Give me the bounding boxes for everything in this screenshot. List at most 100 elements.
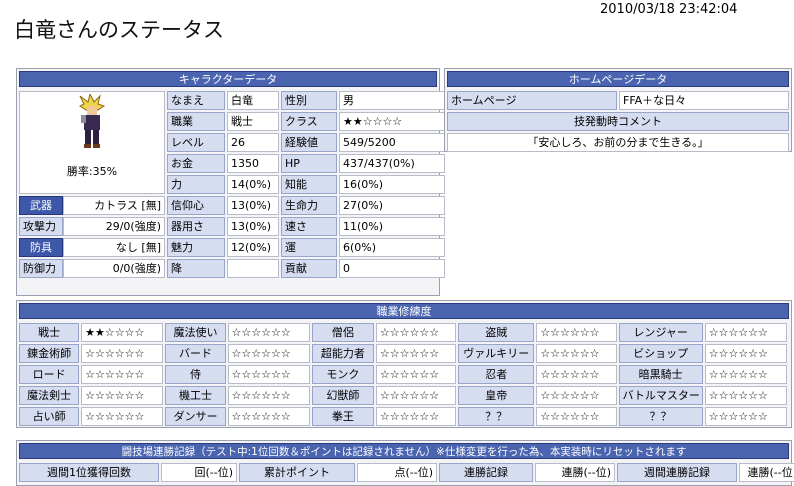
job-stars: ☆☆☆☆☆☆ — [704, 407, 787, 426]
job-name: 戦士 — [19, 323, 80, 342]
stat-value: 戦士 — [227, 112, 279, 131]
stat-value: 12(0%) — [227, 238, 279, 257]
character-table: 勝率:35% なまえ 白竜 性別男職業 戦士 クラス ★★☆☆☆☆ レベル 26 経験値 549/5… — [17, 89, 447, 280]
stat-label: 攻撃力 — [19, 217, 63, 236]
stat-value: 1350 — [227, 154, 279, 173]
stat-label: 運 — [281, 238, 337, 257]
stat-value: 13(0%) — [227, 217, 279, 236]
job-stars: ☆☆☆☆☆☆ — [536, 386, 617, 405]
stat-value: 14(0%) — [227, 175, 279, 194]
win-rate: 勝率:35% — [66, 165, 118, 178]
job-stars: ☆☆☆☆☆☆ — [375, 323, 457, 342]
equipment-value: 29/0(強度) — [63, 217, 165, 236]
job-stars: ☆☆☆☆☆☆ — [81, 344, 164, 363]
stat-label: 器用さ — [167, 217, 225, 236]
job-name: ヴァルキリー — [458, 344, 535, 363]
homepage-label: ホームページ — [447, 91, 617, 110]
arena-value: 点(--位) — [357, 463, 437, 482]
job-name: 侍 — [165, 365, 226, 384]
arena-label: 週間1位獲得回数 — [19, 463, 159, 482]
arena-heading: 闘技場連勝記録（テスト中:1位回数＆ポイントは記録されません）※仕様変更を行った… — [19, 443, 789, 459]
job-name: 魔法剣士 — [19, 386, 80, 405]
job-stars: ☆☆☆☆☆☆ — [227, 323, 310, 342]
stat-label: 信仰心 — [167, 196, 225, 215]
job-stars: ☆☆☆☆☆☆ — [536, 365, 617, 384]
stat-label: 防御力 — [19, 259, 63, 278]
job-name: 幻獣師 — [311, 386, 374, 405]
stat-label: 生命力 — [281, 196, 337, 215]
stat-label: 力 — [167, 175, 225, 194]
job-stars: ☆☆☆☆☆☆ — [704, 365, 787, 384]
stat-label: クラス — [281, 112, 337, 131]
equipment-button[interactable]: 防具 — [19, 238, 63, 257]
job-name: 皇帝 — [458, 386, 535, 405]
job-name: ビショップ — [618, 344, 703, 363]
stat-value: 0 — [339, 259, 445, 278]
stat-label: 降 — [167, 259, 225, 278]
job-stars: ☆☆☆☆☆☆ — [81, 407, 164, 426]
equipment-value: カトラス [無] — [63, 196, 165, 215]
job-name: 機工士 — [165, 386, 226, 405]
stat-label: HP — [281, 154, 337, 173]
stat-label: 経験値 — [281, 133, 337, 152]
homepage-table: ホームページ FFA＋な日々 技発動時コメント 「安心しろ、お前の分まで生きる。… — [445, 89, 791, 154]
stat-label: 貢献 — [281, 259, 337, 278]
job-stars: ☆☆☆☆☆☆ — [704, 323, 787, 342]
avatar: 勝率:35% — [19, 91, 165, 194]
stat-label: 性別 — [281, 91, 337, 110]
equipment-value: 0/0(強度) — [63, 259, 165, 278]
job-name: モンク — [311, 365, 374, 384]
job-stars: ☆☆☆☆☆☆ — [81, 365, 164, 384]
stat-value: ★★☆☆☆☆ — [339, 112, 445, 131]
comment-text: 「安心しろ、お前の分まで生きる。」 — [447, 133, 789, 152]
job-name: 忍者 — [458, 365, 535, 384]
job-stars: ☆☆☆☆☆☆ — [536, 323, 617, 342]
equipment-value: なし [無] — [63, 238, 165, 257]
job-stars: ☆☆☆☆☆☆ — [227, 344, 310, 363]
page-title: 白竜さんのステータス — [14, 18, 224, 42]
homepage-link[interactable]: FFA＋な日々 — [619, 91, 789, 110]
job-name: ？？ — [458, 407, 535, 426]
arena-label: 連勝記録 — [439, 463, 533, 482]
arena-label: 週間連勝記録 — [617, 463, 737, 482]
homepage-panel: ホームページデータ ホームページ FFA＋な日々 技発動時コメント 「安心しろ、… — [444, 68, 792, 152]
job-mastery-table: 戦士 ★★☆☆☆☆ 魔法使い ☆☆☆☆☆☆ 僧侶 ☆☆☆☆☆☆ 盗賊 ☆☆☆☆☆☆ レンジャー ☆… — [17, 321, 789, 428]
arena-value: 連勝(--位) — [739, 463, 794, 482]
job-name: 錬金術師 — [19, 344, 80, 363]
job-stars: ☆☆☆☆☆☆ — [375, 386, 457, 405]
equipment-button[interactable]: 武器 — [19, 196, 63, 215]
stat-value: 男 — [339, 91, 445, 110]
stat-value: 26 — [227, 133, 279, 152]
job-name: 盗賊 — [458, 323, 535, 342]
job-name: 僧侶 — [311, 323, 374, 342]
job-stars: ★★☆☆☆☆ — [81, 323, 164, 342]
job-stars: ☆☆☆☆☆☆ — [536, 407, 617, 426]
job-name: 占い師 — [19, 407, 80, 426]
job-name: 暗黒騎士 — [618, 365, 703, 384]
comment-label: 技発動時コメント — [447, 112, 789, 131]
stat-value: 549/5200 — [339, 133, 445, 152]
job-mastery-panel: 職業修練度 戦士 ★★☆☆☆☆ 魔法使い ☆☆☆☆☆☆ 僧侶 ☆☆☆☆☆☆ 盗賊 ☆☆☆☆☆☆… — [16, 300, 792, 428]
arena-table: 週間1位獲得回数 回(--位) 累計ポイント 点(--位) 連勝記録 連勝(--位) 週間連… — [17, 461, 794, 484]
stat-value — [227, 259, 279, 278]
stat-value: 27(0%) — [339, 196, 445, 215]
job-stars: ☆☆☆☆☆☆ — [227, 365, 310, 384]
job-stars: ☆☆☆☆☆☆ — [375, 407, 457, 426]
stat-value: 6(0%) — [339, 238, 445, 257]
job-stars: ☆☆☆☆☆☆ — [81, 386, 164, 405]
homepage-panel-heading: ホームページデータ — [447, 71, 789, 87]
timestamp: 2010/03/18 23:42:04 — [600, 2, 738, 17]
job-mastery-heading: 職業修練度 — [19, 303, 789, 319]
job-name: ロード — [19, 365, 80, 384]
stat-label: 知能 — [281, 175, 337, 194]
stat-label: お金 — [167, 154, 225, 173]
arena-value: 連勝(--位) — [535, 463, 615, 482]
character-panel: キャラクターデータ 勝率:35% なまえ 白竜 性別男職業 戦士 クラス ★★☆☆☆☆ レベル… — [16, 68, 445, 296]
arena-panel: 闘技場連勝記録（テスト中:1位回数＆ポイントは記録されません）※仕様変更を行った… — [16, 440, 794, 486]
job-stars: ☆☆☆☆☆☆ — [375, 344, 457, 363]
stat-value: 11(0%) — [339, 217, 445, 236]
stat-label: レベル — [167, 133, 225, 152]
stat-label: 職業 — [167, 112, 225, 131]
stat-label: なまえ — [167, 91, 225, 110]
job-name: 拳王 — [311, 407, 374, 426]
